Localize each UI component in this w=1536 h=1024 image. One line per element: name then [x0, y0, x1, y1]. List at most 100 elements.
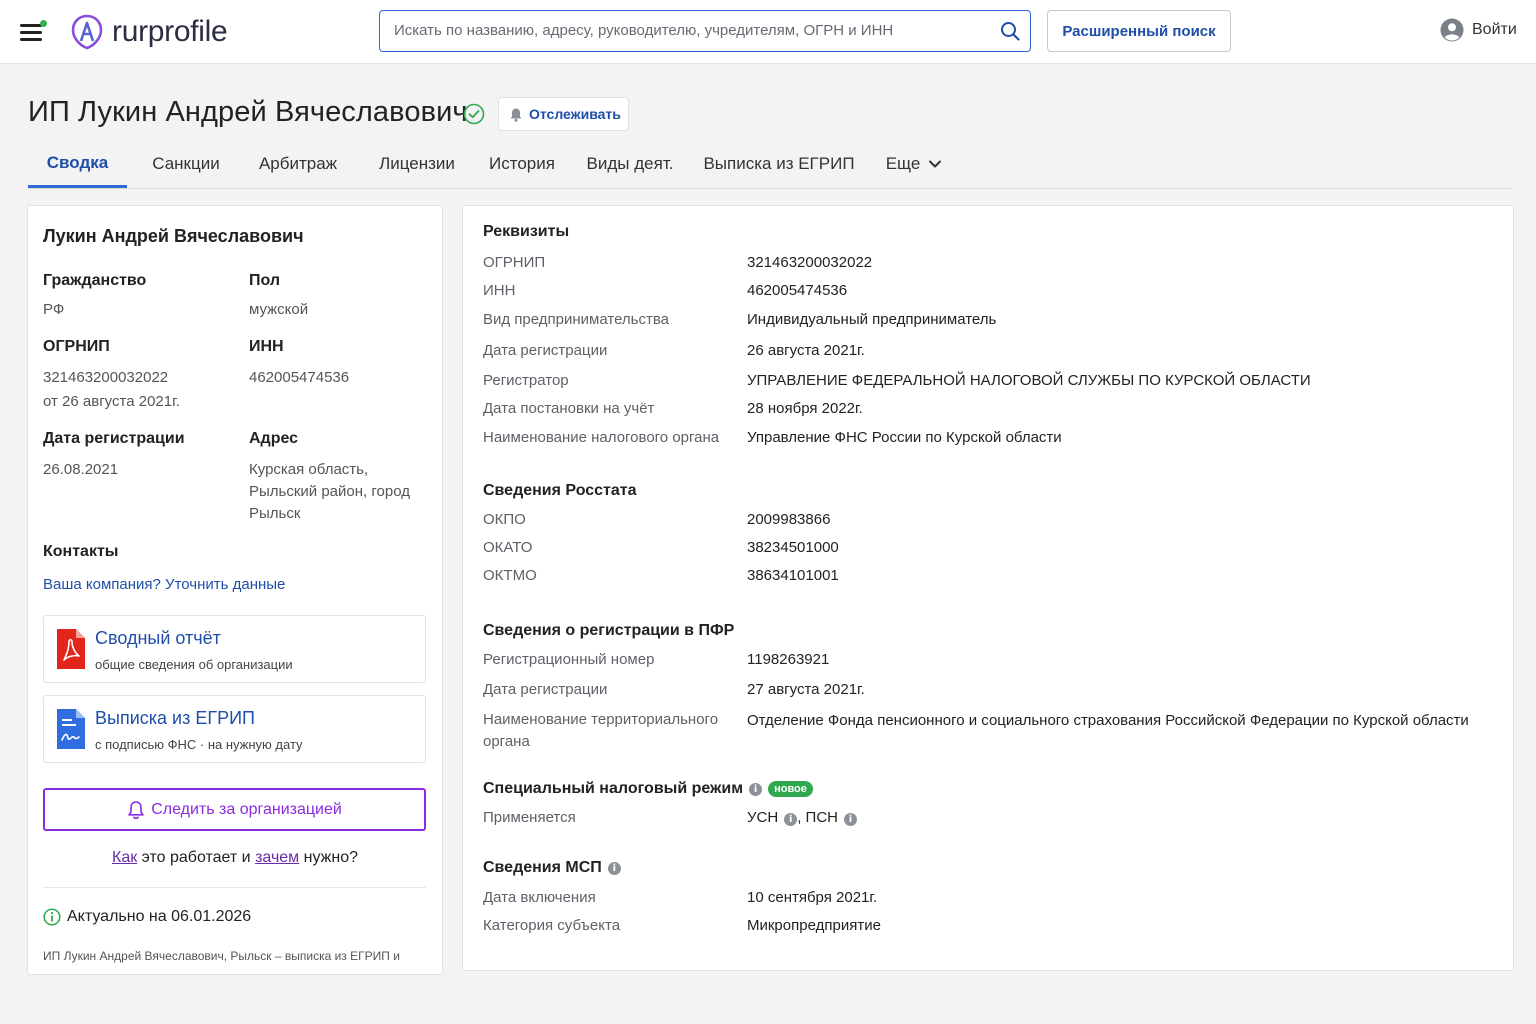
req-key-ogrnip: ОГРНИП	[483, 254, 546, 271]
follow-label: Отслеживать	[529, 106, 621, 122]
chevron-down-icon	[929, 160, 942, 168]
top-bar: rurprofile Расширенный поиск Войти	[0, 0, 1536, 64]
req-value-tax-authority: Управление ФНС России по Курской области	[747, 429, 1062, 446]
address-line-2: Рыльский район, город	[249, 483, 410, 500]
summary-report-subtitle: общие сведения об организации	[95, 657, 293, 672]
reg-date-value: 26.08.2021	[43, 461, 119, 478]
info-icon[interactable]: i	[749, 782, 763, 796]
msp-key-inclusion-date: Дата включения	[483, 889, 596, 906]
update-data-link[interactable]: Ваша компания? Уточнить данные	[43, 574, 285, 596]
ogrnip-label: ОГРНИП	[43, 338, 110, 355]
pfr-value-reg-date: 27 августа 2021г.	[747, 681, 865, 698]
info-icon[interactable]: i	[607, 861, 621, 875]
notification-dot	[40, 20, 47, 27]
tab-licenses[interactable]: Лицензии	[374, 140, 460, 188]
tab-history[interactable]: История	[485, 140, 559, 188]
pfr-key-reg-number: Регистрационный номер	[483, 651, 655, 668]
tab-more[interactable]: Еще	[884, 140, 944, 188]
follow-button[interactable]: Отслеживать	[498, 97, 629, 131]
tab-bar: Сводка Санкции Арбитраж Лицензии История…	[28, 140, 1512, 189]
why-link[interactable]: зачем	[255, 849, 299, 866]
req-value-registrar: УПРАВЛЕНИЕ ФЕДЕРАЛЬНОЙ НАЛОГОВОЙ СЛУЖБЫ …	[747, 372, 1311, 389]
user-icon	[1440, 18, 1464, 42]
info-icon[interactable]: i	[844, 813, 857, 826]
login-button[interactable]: Войти	[1440, 18, 1517, 42]
tax-regime-title: Специальный налоговый режим i новое	[483, 780, 813, 798]
search-box	[379, 10, 1031, 52]
info-circle-icon	[43, 908, 61, 926]
pdf-file-icon	[57, 629, 85, 669]
details-card: Реквизиты ОГРНИП 321463200032022 ИНН 462…	[462, 205, 1514, 971]
tab-sanctions[interactable]: Санкции	[146, 140, 226, 188]
egrip-extract-title: Выписка из ЕГРИП	[95, 708, 255, 728]
verified-check-icon	[463, 103, 485, 125]
tax-usn: УСН	[747, 809, 779, 826]
watch-organization-label: Следить за организацией	[151, 800, 342, 818]
tab-summary[interactable]: Сводка	[28, 140, 127, 188]
pfr-value-territorial-body: Отделение Фонда пенсионного и социальног…	[747, 712, 1469, 729]
rosstat-key-okpo: ОКПО	[483, 511, 526, 528]
address-line-1: Курская область,	[249, 461, 369, 478]
ogrnip-date: от 26 августа 2021г.	[43, 393, 180, 410]
pfr-key-territorial-body: Наименование территориального органа	[483, 711, 719, 750]
req-key-tax-reg-date: Дата постановки на учёт	[483, 400, 655, 417]
rosstat-key-oktmo: ОКТМО	[483, 567, 537, 584]
req-key-inn: ИНН	[483, 282, 516, 299]
rosstat-title: Сведения Росстата	[483, 482, 637, 499]
tax-psn: ПСН	[805, 809, 838, 826]
advanced-search-button[interactable]: Расширенный поиск	[1047, 10, 1231, 52]
new-badge: новое	[768, 781, 813, 797]
inn-label: ИНН	[249, 338, 284, 355]
contacts-label: Контакты	[43, 543, 119, 560]
how-it-works-text: Как это работает и зачем нужно?	[28, 849, 442, 867]
sex-label: Пол	[249, 272, 281, 289]
msp-value-inclusion-date: 10 сентября 2021г.	[747, 889, 878, 906]
tax-separator: ,	[797, 809, 806, 826]
tax-applied-label: Применяется	[483, 809, 576, 826]
logo[interactable]: rurprofile	[70, 12, 228, 52]
req-key-tax-authority: Наименование налогового органа	[483, 429, 720, 446]
tab-more-label: Еще	[885, 154, 921, 173]
msp-value-category: Микропредприятие	[747, 917, 881, 934]
msp-title-text: Сведения МСП	[483, 859, 602, 876]
tax-regime-title-text: Специальный налоговый режим	[483, 780, 744, 797]
search-input[interactable]	[380, 11, 980, 50]
summary-report-title: Сводный отчёт	[95, 628, 221, 648]
person-name: Лукин Андрей Вячеславович	[43, 226, 304, 246]
tab-activities[interactable]: Виды деят.	[584, 140, 676, 188]
login-label: Войти	[1472, 21, 1517, 38]
req-value-inn: 462005474536	[747, 282, 848, 299]
how-text-mid: это работает и	[137, 849, 256, 866]
footer-note: ИП Лукин Андрей Вячеславович, Рыльск – в…	[43, 949, 400, 963]
logo-text: rurprofile	[112, 15, 228, 48]
info-icon[interactable]: i	[784, 813, 798, 826]
citizenship-value: РФ	[43, 301, 65, 318]
egrip-extract-card[interactable]: Выписка из ЕГРИП с подписью ФНС · на нуж…	[43, 695, 426, 763]
bell-icon	[510, 108, 522, 122]
tab-egrip-extract[interactable]: Выписка из ЕГРИП	[702, 140, 856, 188]
menu-icon[interactable]	[20, 20, 47, 42]
signed-document-icon	[57, 709, 85, 749]
req-key-reg-date: Дата регистрации	[483, 342, 608, 359]
page-title: ИП Лукин Андрей Вячеславович	[28, 96, 468, 128]
logo-icon	[71, 14, 103, 50]
actual-date-text: Актуально на 06.01.2026	[67, 908, 252, 925]
requisites-title: Реквизиты	[483, 223, 570, 240]
msp-title: Сведения МСП i	[483, 859, 621, 877]
rosstat-key-okato: ОКАТО	[483, 539, 533, 556]
watch-organization-button[interactable]: Следить за организацией	[43, 788, 426, 831]
address-line-3: Рыльск	[249, 505, 301, 522]
how-link[interactable]: Как	[112, 849, 137, 866]
summary-report-card[interactable]: Сводный отчёт общие сведения об организа…	[43, 615, 426, 683]
divider	[43, 887, 426, 888]
rosstat-value-okpo: 2009983866	[747, 511, 831, 528]
address-label: Адрес	[249, 430, 299, 447]
sex-value: мужской	[249, 301, 309, 318]
how-text-end: нужно?	[299, 849, 358, 866]
egrip-extract-subtitle: с подписью ФНС · на нужную дату	[95, 737, 303, 752]
tax-applied-value: УСН i, ПСН i	[747, 807, 857, 829]
tab-arbitration[interactable]: Арбитраж	[254, 140, 342, 188]
pfr-value-reg-number: 1198263921	[747, 651, 830, 668]
req-value-tax-reg-date: 28 ноября 2022г.	[747, 400, 863, 417]
search-icon[interactable]	[1000, 21, 1020, 41]
